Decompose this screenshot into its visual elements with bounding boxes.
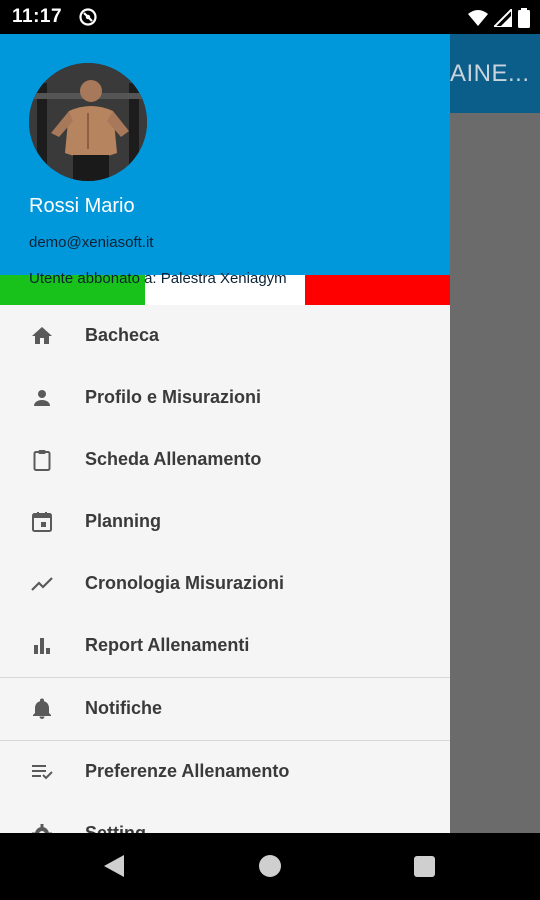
home-button-icon[interactable] — [259, 855, 281, 877]
drawer-menu: Bacheca Profilo e Misurazioni Scheda All… — [0, 305, 450, 833]
menu-item-cronologia[interactable]: Cronologia Misurazioni — [0, 553, 450, 615]
user-name: Rossi Mario — [29, 195, 135, 217]
signal-icon — [494, 9, 512, 27]
navigation-drawer: Rossi Mario demo@xeniasoft.it Utente abb… — [0, 34, 450, 833]
gear-icon — [32, 824, 52, 833]
menu-item-label: Planning — [85, 511, 161, 531]
menu-item-label: Bacheca — [85, 325, 160, 345]
drawer-header: Rossi Mario demo@xeniasoft.it Utente abb… — [0, 34, 450, 305]
menu-item-scheda[interactable]: Scheda Allenamento — [0, 429, 450, 491]
drawer-scrim[interactable] — [450, 113, 540, 833]
trending-icon — [31, 577, 53, 591]
avatar[interactable] — [29, 63, 147, 181]
background-app-title: AINE... — [450, 60, 530, 87]
wifi-icon — [468, 10, 488, 26]
menu-item-planning[interactable]: Planning — [0, 491, 450, 553]
subscription-text: Utente abbonato a: Palestra Xeniagym — [29, 270, 287, 287]
menu-item-label: Cronologia Misurazioni — [85, 573, 285, 593]
user-email: demo@xeniasoft.it — [29, 234, 154, 251]
clipboard-icon — [33, 450, 51, 471]
avatar-photo-icon — [29, 63, 147, 181]
menu-item-report[interactable]: Report Allenamenti — [0, 615, 450, 677]
menu-item-setting[interactable]: Setting — [0, 803, 450, 833]
home-icon — [32, 327, 52, 344]
calendar-icon — [32, 512, 52, 532]
status-icons — [468, 8, 530, 28]
menu-item-notifiche[interactable]: Notifiche — [0, 678, 450, 740]
status-bar: 11:17 — [0, 0, 540, 34]
menu-item-label: Preferenze Allenamento — [85, 761, 290, 781]
flag-red-band — [305, 275, 450, 305]
status-time: 11:17 — [12, 6, 63, 27]
recents-icon[interactable] — [414, 856, 435, 877]
menu-item-label: Scheda Allenamento — [85, 449, 262, 469]
menu-item-preferenze[interactable]: Preferenze Allenamento — [0, 741, 450, 803]
bell-icon — [33, 698, 51, 719]
menu-item-label: Setting — [85, 823, 146, 833]
system-nav-bar — [0, 833, 540, 900]
menu-item-label: Profilo e Misurazioni — [85, 387, 262, 407]
menu-item-profilo[interactable]: Profilo e Misurazioni — [0, 367, 450, 429]
menu-item-bacheca[interactable]: Bacheca — [0, 305, 450, 367]
app-notification-icon — [79, 8, 97, 26]
person-icon — [34, 390, 50, 406]
back-icon[interactable] — [104, 855, 124, 877]
bar-chart-icon — [34, 638, 50, 654]
playlist-check-icon — [32, 765, 53, 780]
menu-item-label: Notifiche — [85, 698, 163, 718]
battery-icon — [518, 8, 530, 28]
menu-item-label: Report Allenamenti — [85, 635, 250, 655]
